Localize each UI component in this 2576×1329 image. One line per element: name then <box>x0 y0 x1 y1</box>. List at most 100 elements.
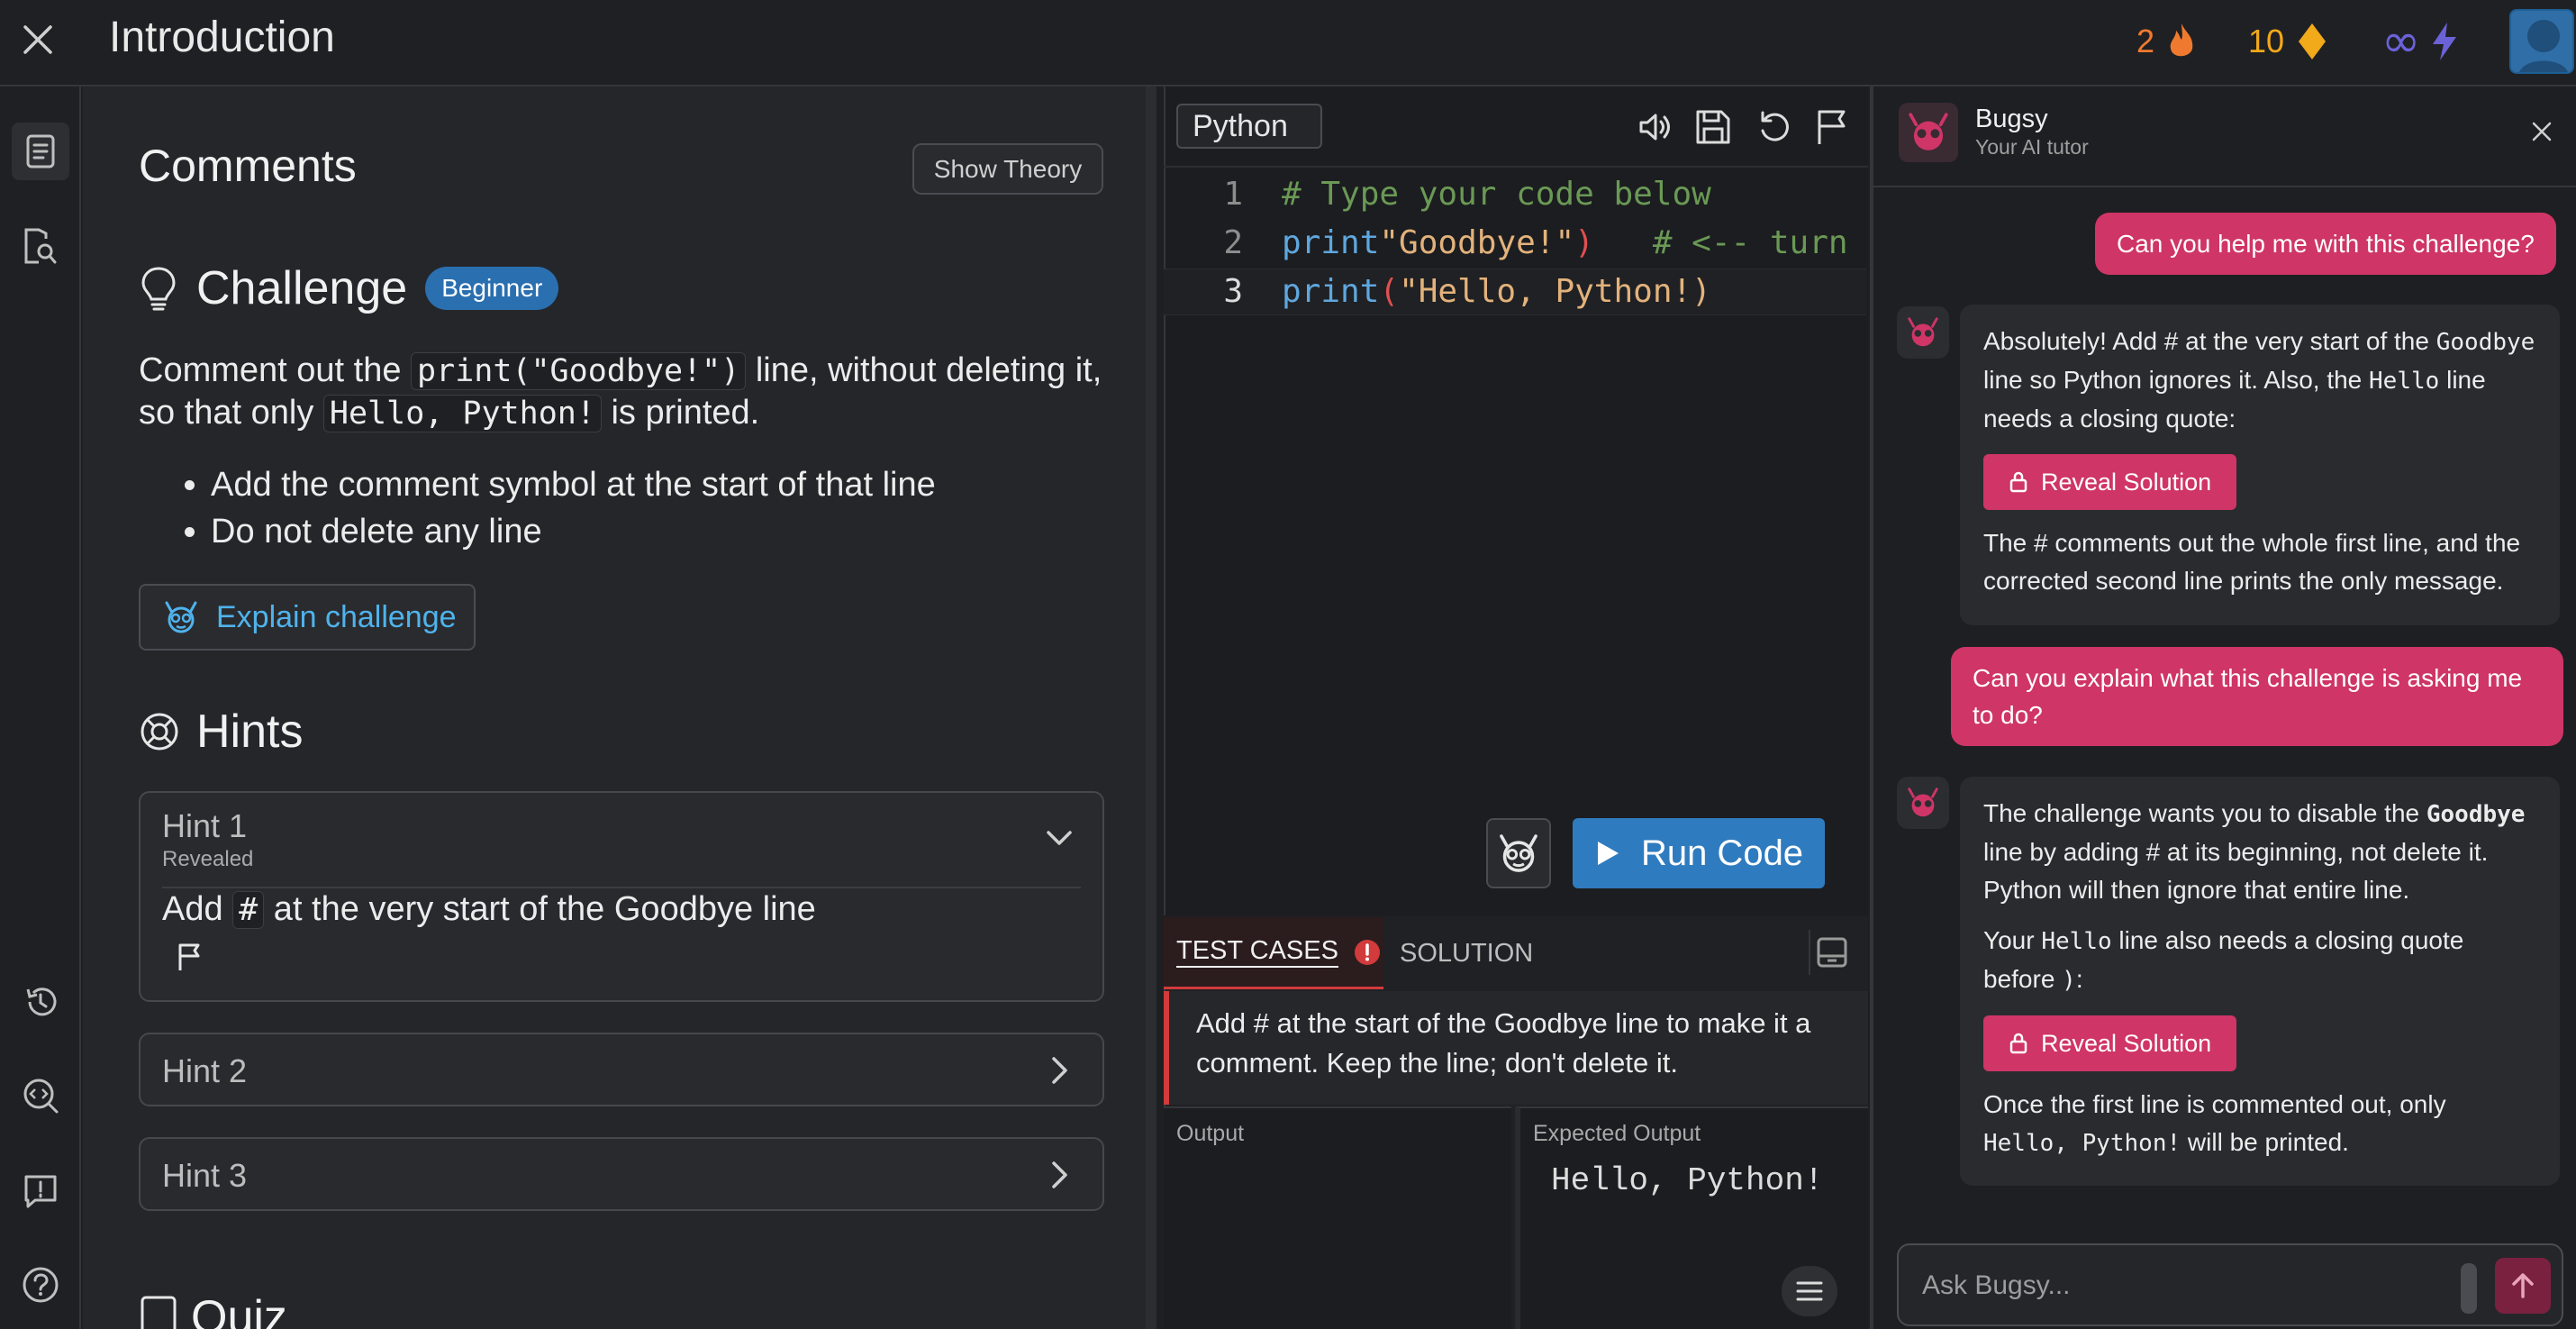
audio-button[interactable] <box>1632 104 1679 150</box>
chat-subtitle: Your AI tutor <box>1975 135 2089 159</box>
desc-code-goodbye: print("Goodbye!") <box>411 352 747 390</box>
left-rail <box>0 86 81 1329</box>
code-line-2[interactable]: print"Goodbye!") # <-- turn <box>1282 224 1848 261</box>
quiz-icon <box>141 1296 177 1329</box>
tab-test-cases-label: TEST CASES <box>1176 936 1338 968</box>
explain-challenge-button[interactable]: Explain challenge <box>139 584 476 651</box>
challenge-title: Challenge <box>196 262 408 314</box>
flag-icon[interactable] <box>177 942 204 972</box>
hint-1-code: # <box>232 891 265 929</box>
page-title: Introduction <box>109 14 335 61</box>
hint-1-card[interactable]: Hint 1 Revealed Add # at the very start … <box>139 791 1104 1002</box>
chat-close-button[interactable] <box>2527 117 2556 146</box>
report-flag-button[interactable] <box>1809 104 1855 150</box>
play-icon <box>1597 842 1619 865</box>
error-icon <box>1354 939 1380 965</box>
close-icon <box>23 25 52 54</box>
hint-3-label: Hint 3 <box>162 1157 248 1194</box>
rail-lesson-button[interactable] <box>12 123 69 180</box>
hints-title: Hints <box>196 705 304 758</box>
save-icon <box>1696 110 1730 144</box>
chevron-right-icon <box>1052 1057 1067 1084</box>
rail-help-button[interactable] <box>12 1256 69 1314</box>
theory-scrollbar[interactable] <box>1146 86 1156 1329</box>
reset-icon <box>1761 111 1789 141</box>
rail-feedback-button[interactable] <box>12 1162 69 1220</box>
streak-count: 2 <box>2136 23 2155 59</box>
rail-history-button[interactable] <box>12 973 69 1031</box>
level-badge: Beginner <box>425 267 559 310</box>
bugsy-icon <box>1908 317 1938 347</box>
collapse-panel-button[interactable] <box>1809 930 1854 975</box>
reveal-solution-label: Reveal Solution <box>2041 1030 2212 1057</box>
lock-icon <box>2009 471 2027 493</box>
hint-divider <box>162 887 1081 888</box>
rail-code-search-button[interactable] <box>12 1067 69 1124</box>
ask-bugsy-button[interactable] <box>1486 818 1551 888</box>
rail-search-doc-button[interactable] <box>12 218 69 276</box>
reveal-solution-button[interactable]: Reveal Solution <box>1983 1015 2237 1071</box>
hint-2-card[interactable]: Hint 2 <box>139 1033 1104 1106</box>
chat-input-scrollbar[interactable] <box>2461 1263 2477 1314</box>
help-icon <box>23 1267 59 1303</box>
output-panel: Output <box>1164 1106 1511 1329</box>
tab-solution[interactable]: SOLUTION <box>1400 917 1533 989</box>
hint-1-status: Revealed <box>162 847 254 871</box>
chevron-down-icon[interactable] <box>1043 822 1075 854</box>
hint-1-label: Hint 1 <box>162 807 248 844</box>
user-avatar-icon <box>2519 20 2568 72</box>
lightbulb-icon <box>141 267 176 311</box>
bugsy-icon <box>1909 113 1948 150</box>
reveal-solution-button[interactable]: Reveal Solution <box>1983 454 2237 510</box>
streak-counter[interactable]: 2 <box>2136 18 2200 65</box>
expected-output-value: Hello, Python! <box>1551 1162 1824 1199</box>
energy-counter[interactable]: ∞ <box>2381 14 2460 68</box>
bot-message: The challenge wants you to disable the G… <box>1960 777 2560 1186</box>
feedback-icon <box>24 1175 57 1208</box>
hint-3-card[interactable]: Hint 3 <box>139 1137 1104 1211</box>
document-icon <box>26 134 55 168</box>
arrow-up-icon <box>2512 1273 2534 1298</box>
close-button[interactable] <box>16 18 59 61</box>
chat-title: Bugsy <box>1975 105 2048 133</box>
challenge-header: Challenge Beginner <box>139 261 559 315</box>
bugsy-icon <box>165 601 197 633</box>
challenge-description: Comment out the print("Goodbye!") line, … <box>139 350 1111 434</box>
code-line-1[interactable]: # Type your code below <box>1282 176 1711 213</box>
requirement-item: Do not delete any line <box>211 508 936 555</box>
document-search-icon <box>24 228 57 264</box>
close-icon <box>2532 122 2552 141</box>
tab-test-cases[interactable]: TEST CASES <box>1164 917 1383 989</box>
bot-message: Absolutely! Add # at the very start of t… <box>1960 305 2560 625</box>
top-bar: Introduction 2 10 ∞ <box>0 0 2576 86</box>
reveal-solution-label: Reveal Solution <box>2041 469 2212 496</box>
chat-input[interactable]: Ask Bugsy... <box>1897 1243 2563 1326</box>
language-select[interactable]: Python <box>1176 104 1322 149</box>
output-label: Output <box>1176 1121 1245 1146</box>
run-code-label: Run Code <box>1640 833 1804 873</box>
menu-button[interactable] <box>1782 1266 1837 1316</box>
bugsy-icon <box>1908 787 1938 817</box>
energy-count: ∞ <box>2381 14 2421 68</box>
desc-text: Comment out the <box>139 351 412 389</box>
run-code-button[interactable]: Run Code <box>1573 818 1825 888</box>
panel-bottom-icon <box>1817 937 1847 968</box>
show-theory-button[interactable]: Show Theory <box>912 143 1103 195</box>
send-button[interactable] <box>2495 1258 2551 1314</box>
lock-icon <box>2009 1033 2027 1054</box>
hamburger-icon <box>1796 1281 1823 1301</box>
reset-button[interactable] <box>1751 104 1798 150</box>
quiz-header: Quiz <box>139 1290 287 1329</box>
editor-divider <box>1164 166 1868 168</box>
code-search-icon <box>23 1079 59 1114</box>
bugsy-icon <box>1500 834 1537 872</box>
gems-counter[interactable]: 10 <box>2248 18 2329 65</box>
lifebuoy-icon <box>141 713 178 751</box>
avatar[interactable] <box>2509 9 2574 74</box>
save-button[interactable] <box>1690 104 1737 150</box>
lesson-name: Comments <box>139 141 357 191</box>
flame-icon <box>2170 23 2193 57</box>
gems-count: 10 <box>2248 23 2285 59</box>
code-line-3[interactable]: print("Hello, Python!) <box>1282 273 1711 310</box>
requirement-item: Add the comment symbol at the start of t… <box>211 461 936 508</box>
